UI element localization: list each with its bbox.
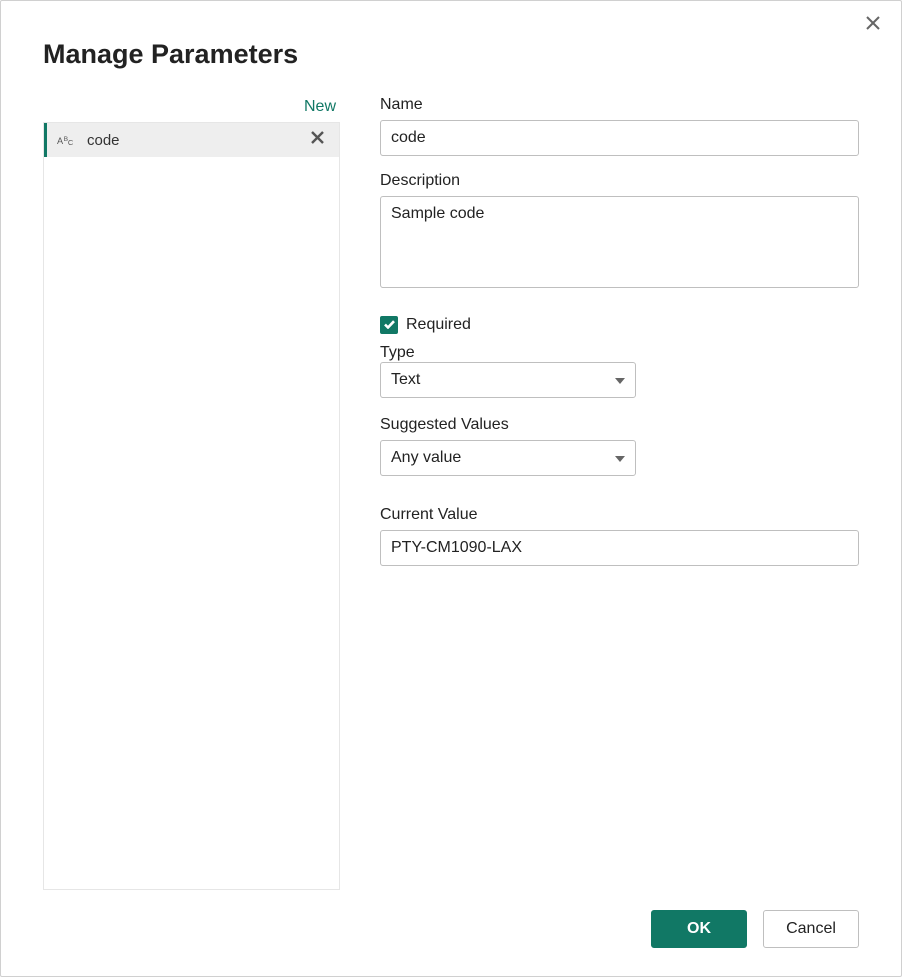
type-label: Type [380,344,859,362]
close-button[interactable] [863,15,883,35]
chevron-down-icon [615,449,625,467]
suggested-values-value: Any value [391,449,461,467]
required-label: Required [406,316,471,334]
required-checkbox[interactable] [380,316,398,334]
parameter-item[interactable]: A B C code [44,123,339,157]
dialog-content: New A B C code [43,96,859,890]
new-parameter-link[interactable]: New [43,96,340,122]
chevron-down-icon [615,371,625,389]
suggested-values-select[interactable]: Any value [380,440,636,476]
type-select-value: Text [391,371,420,389]
delete-icon [311,131,324,149]
name-input[interactable] [380,120,859,156]
parameter-name: code [81,132,305,149]
parameters-list: A B C code [43,122,340,890]
parameters-panel: New A B C code [43,96,340,890]
check-icon [384,316,395,334]
description-input[interactable]: Sample code [380,196,859,288]
type-select[interactable]: Text [380,362,636,398]
delete-parameter-button[interactable] [305,128,329,152]
cancel-button[interactable]: Cancel [763,910,859,948]
ok-button[interactable]: OK [651,910,747,948]
current-value-input[interactable] [380,530,859,566]
name-label: Name [380,96,859,114]
text-type-icon: A B C [53,133,81,147]
close-icon [865,15,881,36]
manage-parameters-dialog: Manage Parameters New A B C code [1,1,901,976]
suggested-values-label: Suggested Values [380,416,859,434]
dialog-footer: OK Cancel [43,890,859,948]
description-label: Description [380,172,859,190]
svg-text:C: C [68,138,74,147]
current-value-label: Current Value [380,506,859,524]
dialog-title: Manage Parameters [43,39,859,70]
required-row: Required [380,316,859,334]
parameter-form: Name Description Sample code Required Ty… [380,96,859,890]
